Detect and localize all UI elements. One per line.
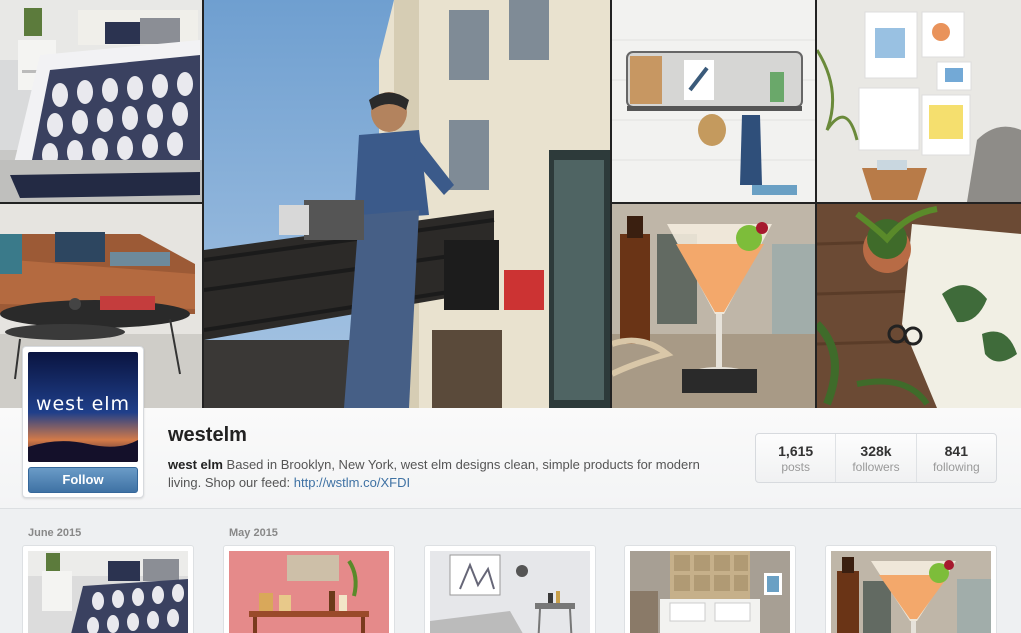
feed-post-image [229, 551, 389, 633]
feed-post-image [28, 551, 188, 633]
stat-following-value: 841 [944, 443, 968, 459]
stat-posts-label: posts [781, 460, 810, 474]
feed-post[interactable] [825, 545, 997, 633]
mosaic-photo-plant-towel[interactable] [817, 204, 1021, 408]
month-label: May 2015 [229, 527, 278, 539]
mosaic-photo-gallery-wall[interactable] [817, 0, 1021, 202]
stat-following-label: following [932, 460, 980, 474]
feed-post-image [831, 551, 991, 633]
avatar-wordmark: west elm [35, 393, 131, 415]
hero-mosaic [0, 0, 1021, 408]
feed-post-image [430, 551, 590, 633]
stat-posts-value: 1,615 [778, 443, 814, 459]
stat-followers[interactable]: 328k followers [836, 434, 917, 482]
avatar-card: west elm Follow [22, 346, 144, 498]
mosaic-photo-wall-shelf[interactable] [612, 0, 815, 202]
mosaic-photo-cocktail[interactable] [612, 204, 815, 408]
mosaic-photo-worker-on-lift[interactable] [204, 0, 610, 408]
stat-followers-label: followers [852, 460, 900, 474]
feed-post-image [630, 551, 790, 633]
bio-text: Based in Brooklyn, New York, west elm de… [168, 457, 700, 490]
stat-posts[interactable]: 1,615 posts [756, 434, 837, 482]
profile-bio: west elm Based in Brooklyn, New York, we… [168, 456, 708, 492]
follow-button[interactable]: Follow [28, 467, 138, 493]
profile-stats: 1,615 posts 328k followers 841 following [755, 433, 997, 483]
feed-post[interactable] [22, 545, 194, 633]
stat-following[interactable]: 841 following [917, 434, 996, 482]
feed-post[interactable] [424, 545, 596, 633]
feed-post[interactable] [223, 545, 395, 633]
bio-link[interactable]: http://wstlm.co/XFDI [294, 475, 410, 490]
feed-post[interactable] [624, 545, 796, 633]
month-label: June 2015 [28, 527, 82, 539]
bio-name: west elm [168, 457, 223, 472]
stat-followers-value: 328k [860, 443, 892, 459]
profile-username: westelm [168, 424, 247, 446]
mosaic-photo-bedroom[interactable] [0, 0, 202, 202]
